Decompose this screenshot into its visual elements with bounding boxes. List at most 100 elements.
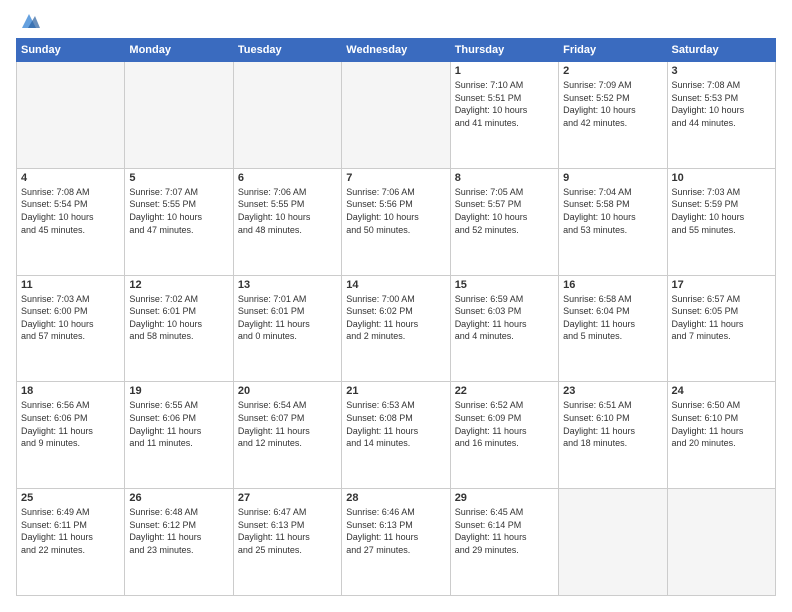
calendar-cell: 18 Sunrise: 6:56 AM Sunset: 6:06 PM Dayli… bbox=[17, 382, 125, 489]
day-number: 18 bbox=[21, 385, 120, 397]
cell-info: Sunrise: 7:08 AM Sunset: 5:53 PM Dayligh… bbox=[672, 79, 771, 129]
day-number: 11 bbox=[21, 279, 120, 291]
header bbox=[16, 16, 776, 28]
cell-info: Sunrise: 6:51 AM Sunset: 6:10 PM Dayligh… bbox=[563, 399, 662, 449]
cell-info: Sunrise: 7:09 AM Sunset: 5:52 PM Dayligh… bbox=[563, 79, 662, 129]
day-number: 3 bbox=[672, 65, 771, 77]
cell-info: Sunrise: 6:57 AM Sunset: 6:05 PM Dayligh… bbox=[672, 293, 771, 343]
calendar-cell: 12 Sunrise: 7:02 AM Sunset: 6:01 PM Dayli… bbox=[125, 275, 233, 382]
calendar-cell bbox=[233, 62, 341, 169]
cell-info: Sunrise: 7:03 AM Sunset: 6:00 PM Dayligh… bbox=[21, 293, 120, 343]
day-number: 2 bbox=[563, 65, 662, 77]
week-row-4: 18 Sunrise: 6:56 AM Sunset: 6:06 PM Dayli… bbox=[17, 382, 776, 489]
cell-info: Sunrise: 6:55 AM Sunset: 6:06 PM Dayligh… bbox=[129, 399, 228, 449]
day-number: 22 bbox=[455, 385, 554, 397]
logo-text bbox=[16, 16, 40, 28]
page: SundayMondayTuesdayWednesdayThursdayFrid… bbox=[0, 0, 792, 612]
week-row-5: 25 Sunrise: 6:49 AM Sunset: 6:11 PM Dayli… bbox=[17, 489, 776, 596]
calendar-cell bbox=[559, 489, 667, 596]
cell-info: Sunrise: 7:06 AM Sunset: 5:55 PM Dayligh… bbox=[238, 186, 337, 236]
cell-info: Sunrise: 6:48 AM Sunset: 6:12 PM Dayligh… bbox=[129, 506, 228, 556]
cell-info: Sunrise: 7:08 AM Sunset: 5:54 PM Dayligh… bbox=[21, 186, 120, 236]
week-row-1: 1Sunrise: 7:10 AM Sunset: 5:51 PM Daylig… bbox=[17, 62, 776, 169]
header-cell-tuesday: Tuesday bbox=[233, 39, 341, 62]
cell-info: Sunrise: 6:59 AM Sunset: 6:03 PM Dayligh… bbox=[455, 293, 554, 343]
day-number: 28 bbox=[346, 492, 445, 504]
cell-info: Sunrise: 6:56 AM Sunset: 6:06 PM Dayligh… bbox=[21, 399, 120, 449]
calendar-cell: 24 Sunrise: 6:50 AM Sunset: 6:10 PM Dayli… bbox=[667, 382, 775, 489]
calendar-cell: 22Sunrise: 6:52 AM Sunset: 6:09 PM Dayli… bbox=[450, 382, 558, 489]
day-number: 4 bbox=[21, 172, 120, 184]
calendar-body: 1Sunrise: 7:10 AM Sunset: 5:51 PM Daylig… bbox=[17, 62, 776, 596]
cell-info: Sunrise: 7:10 AM Sunset: 5:51 PM Dayligh… bbox=[455, 79, 554, 129]
cell-info: Sunrise: 7:02 AM Sunset: 6:01 PM Dayligh… bbox=[129, 293, 228, 343]
calendar-cell: 25 Sunrise: 6:49 AM Sunset: 6:11 PM Dayli… bbox=[17, 489, 125, 596]
calendar-cell: 8 Sunrise: 7:05 AM Sunset: 5:57 PM Daylig… bbox=[450, 168, 558, 275]
day-number: 6 bbox=[238, 172, 337, 184]
calendar-cell: 10 Sunrise: 7:03 AM Sunset: 5:59 PM Dayli… bbox=[667, 168, 775, 275]
day-number: 24 bbox=[672, 385, 771, 397]
cell-info: Sunrise: 6:53 AM Sunset: 6:08 PM Dayligh… bbox=[346, 399, 445, 449]
logo-icon bbox=[18, 10, 40, 32]
day-number: 15 bbox=[455, 279, 554, 291]
calendar-table: SundayMondayTuesdayWednesdayThursdayFrid… bbox=[16, 38, 776, 596]
day-number: 19 bbox=[129, 385, 228, 397]
day-number: 27 bbox=[238, 492, 337, 504]
day-number: 25 bbox=[21, 492, 120, 504]
cell-info: Sunrise: 6:54 AM Sunset: 6:07 PM Dayligh… bbox=[238, 399, 337, 449]
cell-info: Sunrise: 6:46 AM Sunset: 6:13 PM Dayligh… bbox=[346, 506, 445, 556]
calendar-cell: 7 Sunrise: 7:06 AM Sunset: 5:56 PM Daylig… bbox=[342, 168, 450, 275]
calendar-cell: 15 Sunrise: 6:59 AM Sunset: 6:03 PM Dayli… bbox=[450, 275, 558, 382]
header-cell-friday: Friday bbox=[559, 39, 667, 62]
calendar-cell bbox=[125, 62, 233, 169]
cell-info: Sunrise: 6:49 AM Sunset: 6:11 PM Dayligh… bbox=[21, 506, 120, 556]
cell-info: Sunrise: 7:06 AM Sunset: 5:56 PM Dayligh… bbox=[346, 186, 445, 236]
cell-info: Sunrise: 7:01 AM Sunset: 6:01 PM Dayligh… bbox=[238, 293, 337, 343]
day-number: 23 bbox=[563, 385, 662, 397]
day-number: 9 bbox=[563, 172, 662, 184]
calendar-cell: 27 Sunrise: 6:47 AM Sunset: 6:13 PM Dayli… bbox=[233, 489, 341, 596]
calendar-cell bbox=[667, 489, 775, 596]
week-row-3: 11 Sunrise: 7:03 AM Sunset: 6:00 PM Dayli… bbox=[17, 275, 776, 382]
day-number: 14 bbox=[346, 279, 445, 291]
header-row: SundayMondayTuesdayWednesdayThursdayFrid… bbox=[17, 39, 776, 62]
calendar-cell bbox=[17, 62, 125, 169]
calendar-cell: 28 Sunrise: 6:46 AM Sunset: 6:13 PM Dayli… bbox=[342, 489, 450, 596]
cell-info: Sunrise: 7:05 AM Sunset: 5:57 PM Dayligh… bbox=[455, 186, 554, 236]
calendar-cell: 21 Sunrise: 6:53 AM Sunset: 6:08 PM Dayli… bbox=[342, 382, 450, 489]
cell-info: Sunrise: 7:03 AM Sunset: 5:59 PM Dayligh… bbox=[672, 186, 771, 236]
logo bbox=[16, 16, 40, 28]
day-number: 5 bbox=[129, 172, 228, 184]
cell-info: Sunrise: 6:47 AM Sunset: 6:13 PM Dayligh… bbox=[238, 506, 337, 556]
day-number: 12 bbox=[129, 279, 228, 291]
calendar-cell: 17Sunrise: 6:57 AM Sunset: 6:05 PM Dayli… bbox=[667, 275, 775, 382]
calendar-cell: 11 Sunrise: 7:03 AM Sunset: 6:00 PM Dayli… bbox=[17, 275, 125, 382]
day-number: 13 bbox=[238, 279, 337, 291]
calendar-header: SundayMondayTuesdayWednesdayThursdayFrid… bbox=[17, 39, 776, 62]
day-number: 7 bbox=[346, 172, 445, 184]
day-number: 8 bbox=[455, 172, 554, 184]
day-number: 29 bbox=[455, 492, 554, 504]
day-number: 16 bbox=[563, 279, 662, 291]
cell-info: Sunrise: 6:50 AM Sunset: 6:10 PM Dayligh… bbox=[672, 399, 771, 449]
week-row-2: 4 Sunrise: 7:08 AM Sunset: 5:54 PM Daylig… bbox=[17, 168, 776, 275]
calendar-cell: 3 Sunrise: 7:08 AM Sunset: 5:53 PM Daylig… bbox=[667, 62, 775, 169]
header-cell-thursday: Thursday bbox=[450, 39, 558, 62]
day-number: 26 bbox=[129, 492, 228, 504]
cell-info: Sunrise: 6:45 AM Sunset: 6:14 PM Dayligh… bbox=[455, 506, 554, 556]
cell-info: Sunrise: 7:07 AM Sunset: 5:55 PM Dayligh… bbox=[129, 186, 228, 236]
header-cell-wednesday: Wednesday bbox=[342, 39, 450, 62]
calendar-cell: 4 Sunrise: 7:08 AM Sunset: 5:54 PM Daylig… bbox=[17, 168, 125, 275]
calendar-cell: 5 Sunrise: 7:07 AM Sunset: 5:55 PM Daylig… bbox=[125, 168, 233, 275]
cell-info: Sunrise: 7:00 AM Sunset: 6:02 PM Dayligh… bbox=[346, 293, 445, 343]
cell-info: Sunrise: 6:58 AM Sunset: 6:04 PM Dayligh… bbox=[563, 293, 662, 343]
calendar-cell: 6 Sunrise: 7:06 AM Sunset: 5:55 PM Daylig… bbox=[233, 168, 341, 275]
calendar-cell: 2 Sunrise: 7:09 AM Sunset: 5:52 PM Daylig… bbox=[559, 62, 667, 169]
calendar-cell: 20Sunrise: 6:54 AM Sunset: 6:07 PM Dayli… bbox=[233, 382, 341, 489]
calendar-cell: 13 Sunrise: 7:01 AM Sunset: 6:01 PM Dayli… bbox=[233, 275, 341, 382]
day-number: 10 bbox=[672, 172, 771, 184]
calendar-cell: 16 Sunrise: 6:58 AM Sunset: 6:04 PM Dayli… bbox=[559, 275, 667, 382]
day-number: 21 bbox=[346, 385, 445, 397]
header-cell-monday: Monday bbox=[125, 39, 233, 62]
calendar-cell: 23 Sunrise: 6:51 AM Sunset: 6:10 PM Dayli… bbox=[559, 382, 667, 489]
